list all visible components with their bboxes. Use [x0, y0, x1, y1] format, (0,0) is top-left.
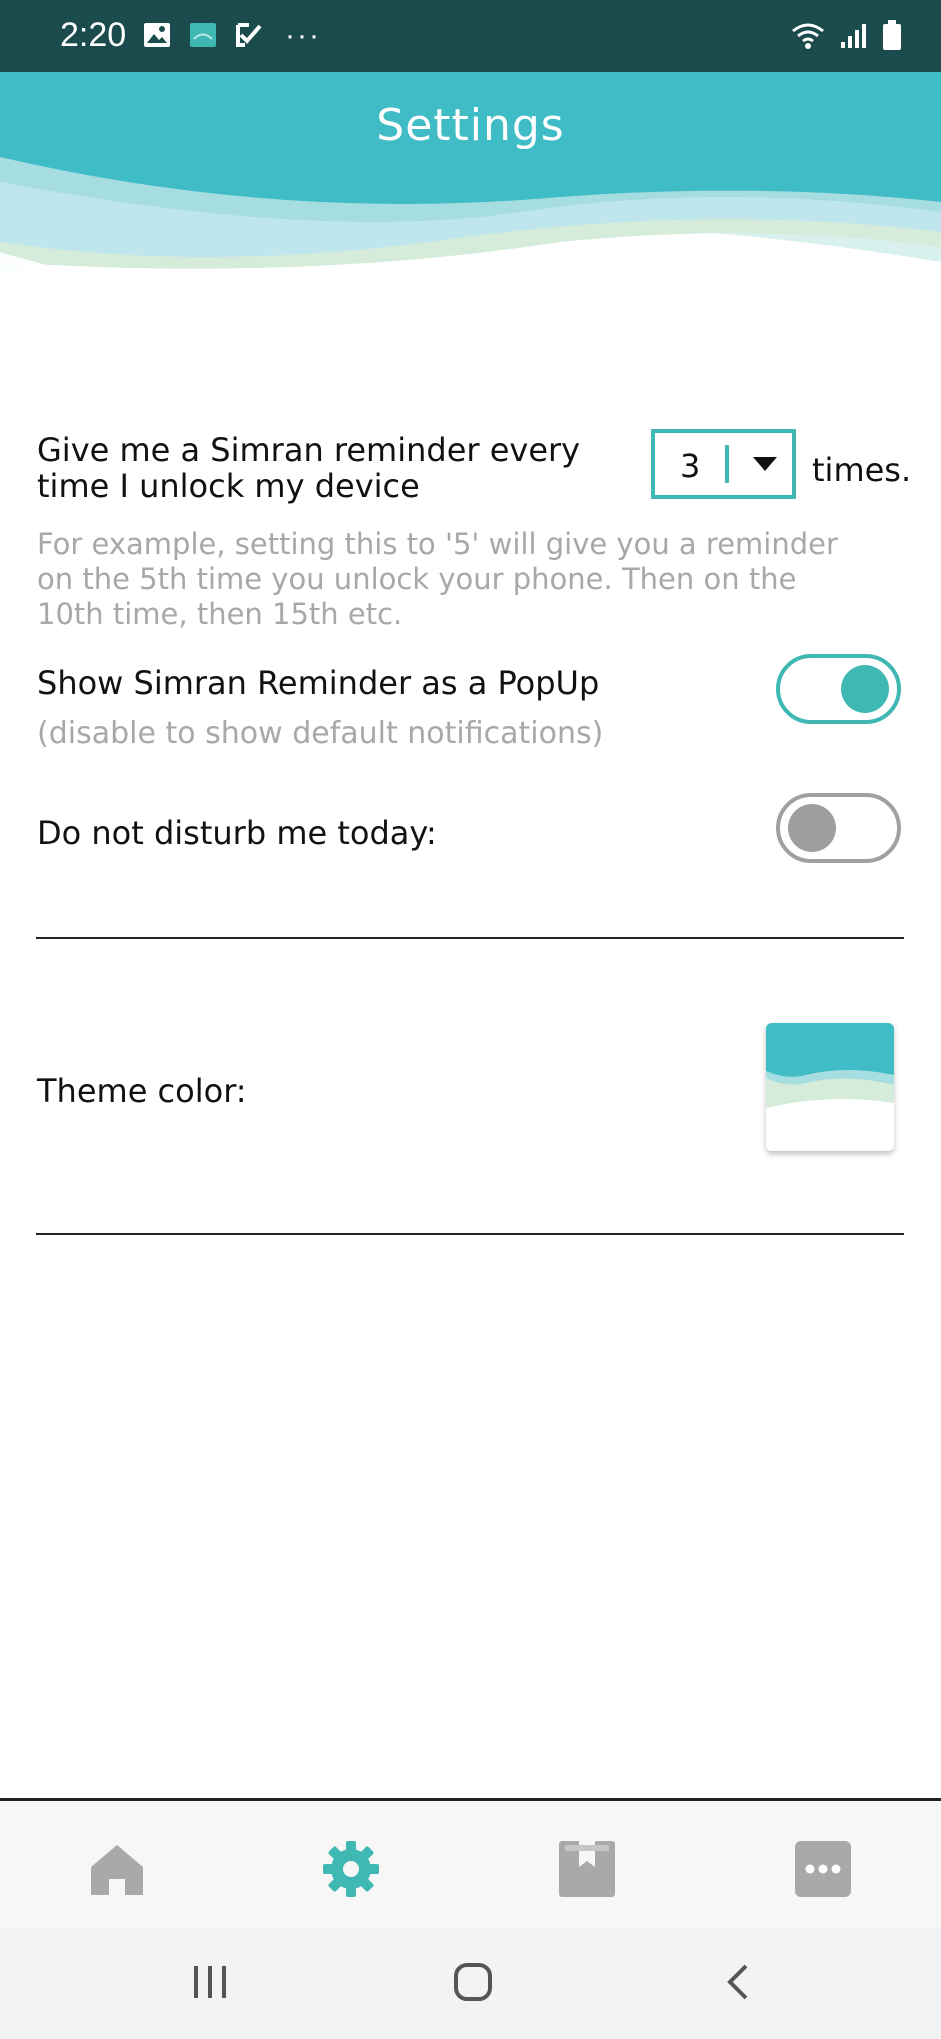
home-circle-icon[interactable] [453, 1962, 493, 2006]
signal-icon [839, 22, 869, 55]
recents-icon[interactable] [190, 1962, 230, 2006]
toggle-knob [788, 804, 836, 852]
dropdown-separator [725, 445, 729, 483]
wifi-icon [791, 22, 825, 55]
status-time: 2:20 [60, 16, 127, 54]
reminder-hint: For example, setting this to '5' will gi… [37, 527, 838, 632]
more-icon[interactable] [793, 1839, 853, 1899]
popup-toggle[interactable] [776, 654, 901, 724]
back-icon[interactable] [718, 1962, 758, 2006]
divider [36, 937, 904, 939]
theme-label: Theme color: [37, 1072, 247, 1110]
bottom-nav [0, 1798, 941, 1931]
header-banner: Settings [0, 72, 941, 322]
reminder-hint-line1: For example, setting this to '5' will gi… [37, 527, 838, 561]
reminder-label: Give me a Simran reminder every time I u… [37, 432, 580, 504]
popup-hint: (disable to show default notifications) [37, 716, 604, 751]
page-title: Settings [376, 100, 565, 151]
more-dots-icon: ··· [285, 19, 321, 52]
image-icon [143, 22, 171, 50]
times-label: times. [812, 451, 912, 489]
reminder-hint-line2: on the 5th time you unlock your phone. T… [37, 562, 797, 596]
settings-gear-icon[interactable] [321, 1839, 381, 1899]
app-icon [189, 22, 217, 50]
dnd-toggle[interactable] [776, 793, 901, 863]
reminder-hint-line3: 10th time, then 15th etc. [37, 597, 403, 631]
dnd-label: Do not disturb me today: [37, 814, 437, 852]
system-nav-bar [0, 1928, 941, 2039]
theme-color-swatch[interactable] [766, 1023, 894, 1151]
reminder-count-dropdown[interactable]: 3 [651, 429, 796, 499]
toggle-knob [841, 665, 889, 713]
reminder-label-line2: time I unlock my device [37, 467, 420, 505]
divider [36, 1233, 904, 1235]
reminder-count-value: 3 [680, 447, 701, 485]
home-icon[interactable] [87, 1839, 147, 1899]
reminder-label-line1: Give me a Simran reminder every [37, 431, 581, 469]
theme-swatch-art [766, 1023, 894, 1151]
check-icon [235, 22, 263, 50]
chevron-down-icon [753, 457, 777, 471]
status-bar: 2:20 ··· [0, 0, 941, 72]
bookmark-book-icon[interactable] [557, 1839, 617, 1899]
battery-icon [883, 20, 901, 55]
popup-label: Show Simran Reminder as a PopUp [37, 664, 600, 702]
